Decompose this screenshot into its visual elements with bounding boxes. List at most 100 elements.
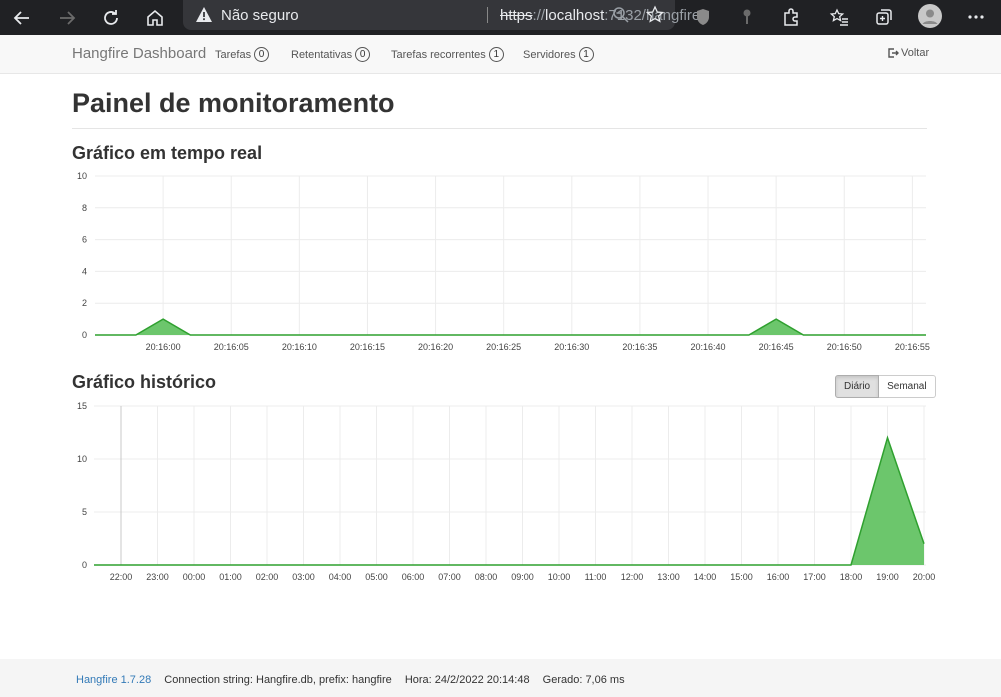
x-tick-label: 19:00 xyxy=(876,572,899,582)
x-tick-label: 12:00 xyxy=(621,572,644,582)
period-toggle: Diário Semanal xyxy=(835,375,936,398)
warning-icon[interactable] xyxy=(195,6,213,24)
reload-icon[interactable] xyxy=(97,4,125,32)
x-tick-label: 20:16:40 xyxy=(691,342,726,352)
nav-recurring-jobs[interactable]: Tarefas recorrentes 1 xyxy=(391,47,504,62)
x-tick-label: 23:00 xyxy=(146,572,169,582)
x-tick-label: 20:00 xyxy=(913,572,936,582)
brand-link[interactable]: Hangfire Dashboard xyxy=(72,45,206,62)
nav-retries[interactable]: Retentativas 0 xyxy=(291,47,371,62)
back-arrow-icon[interactable] xyxy=(8,4,36,32)
x-tick-label: 22:00 xyxy=(110,572,133,582)
history-chart: 0 5 10 15 22:00 23:00 00:00 01:00 02:00 03:00 04:0… xyxy=(77,401,936,582)
url-host: localhost xyxy=(545,7,605,24)
extensions-icon[interactable] xyxy=(780,6,802,28)
series-line xyxy=(94,435,925,566)
y-tick-label: 0 xyxy=(82,330,87,340)
back-to-site-link[interactable]: Voltar xyxy=(887,47,929,59)
nav-recurring-count: 1 xyxy=(488,47,504,62)
x-tick-label: 18:00 xyxy=(840,572,863,582)
y-tick-label: 5 xyxy=(82,507,87,517)
x-tick-label: 04:00 xyxy=(329,572,352,582)
shield-icon[interactable] xyxy=(692,6,714,28)
series-line xyxy=(95,318,926,336)
x-tick-label: 17:00 xyxy=(803,572,826,582)
x-tick-label: 14:00 xyxy=(694,572,717,582)
favorite-star-icon[interactable] xyxy=(645,5,665,25)
y-tick-label: 10 xyxy=(77,454,87,464)
x-tick-label: 09:00 xyxy=(511,572,534,582)
x-tick-label: 05:00 xyxy=(365,572,388,582)
series-area xyxy=(95,319,926,335)
nav-jobs-count: 0 xyxy=(254,47,270,62)
forward-arrow-icon[interactable] xyxy=(53,4,81,32)
page-title: Painel de monitoramento xyxy=(72,88,395,118)
y-tick-label: 6 xyxy=(82,235,87,245)
x-tick-label: 11:00 xyxy=(585,572,607,582)
x-tick-label: 00:00 xyxy=(183,572,206,582)
realtime-chart-title: Gráfico em tempo real xyxy=(72,143,263,163)
x-tick-label: 20:16:55 xyxy=(895,342,930,352)
home-icon[interactable] xyxy=(141,4,169,32)
nav-retries-label: Retentativas xyxy=(291,48,353,61)
y-tick-label: 4 xyxy=(82,266,87,276)
sign-out-icon xyxy=(888,48,899,58)
y-tick-label: 15 xyxy=(77,401,87,411)
weekly-button[interactable]: Semanal xyxy=(879,375,936,398)
y-tick-label: 10 xyxy=(77,171,87,181)
footer: Hangfire 1.7.28 Connection string: Hangf… xyxy=(0,659,1001,697)
x-tick-label: 13:00 xyxy=(657,572,680,582)
x-tick-label: 01:00 xyxy=(219,572,242,582)
profile-avatar-icon[interactable] xyxy=(918,4,942,28)
version-link[interactable]: Hangfire 1.7.28 xyxy=(76,674,151,686)
zoom-icon[interactable] xyxy=(611,5,631,25)
x-tick-label: 06:00 xyxy=(402,572,425,582)
x-tick-label: 20:16:20 xyxy=(418,342,453,352)
generated-time: Gerado: 7,06 ms xyxy=(542,674,625,686)
x-tick-label: 20:16:50 xyxy=(827,342,862,352)
x-tick-label: 20:16:45 xyxy=(759,342,794,352)
nav-retries-count: 0 xyxy=(355,47,371,62)
title-divider xyxy=(72,128,927,129)
security-label[interactable]: Não seguro xyxy=(221,7,299,24)
x-tick-label: 07:00 xyxy=(438,572,461,582)
back-label: Voltar xyxy=(901,47,930,59)
x-tick-label: 15:00 xyxy=(730,572,753,582)
nav-servers[interactable]: Servidores 1 xyxy=(523,47,594,62)
connection-string: Connection string: Hangfire.db, prefix: … xyxy=(164,674,392,686)
nav-recurring-label: Tarefas recorrentes xyxy=(391,48,486,61)
y-tick-label: 2 xyxy=(82,298,87,308)
dashboard-navbar: Hangfire Dashboard Tarefas 0 Retentativas… xyxy=(0,35,1001,74)
collections-icon[interactable] xyxy=(873,6,895,28)
x-tick-label: 16:00 xyxy=(767,572,790,582)
x-tick-label: 20:16:00 xyxy=(146,342,181,352)
x-tick-label: 20:16:30 xyxy=(554,342,589,352)
x-tick-label: 20:16:05 xyxy=(214,342,249,352)
y-tick-label: 0 xyxy=(82,560,87,570)
series-area xyxy=(94,437,924,565)
nav-servers-count: 1 xyxy=(578,47,594,62)
more-menu-icon[interactable] xyxy=(965,6,987,28)
x-tick-label: 20:16:10 xyxy=(282,342,317,352)
url-separator: :// xyxy=(532,7,546,24)
x-tick-label: 08:00 xyxy=(475,572,498,582)
url-protocol: https xyxy=(500,7,533,24)
y-tick-label: 8 xyxy=(82,203,87,213)
x-tick-label: 03:00 xyxy=(292,572,315,582)
x-tick-label: 20:16:35 xyxy=(622,342,657,352)
nav-jobs[interactable]: Tarefas 0 xyxy=(215,47,270,62)
key-icon[interactable] xyxy=(736,6,758,28)
daily-button[interactable]: Diário xyxy=(835,375,880,398)
history-chart-title: Gráfico histórico xyxy=(72,372,217,392)
browser-toolbar: Não seguro https://localhost:7132/hangfi… xyxy=(0,0,1001,35)
server-time: Hora: 24/2/2022 20:14:48 xyxy=(404,674,530,686)
realtime-chart: 0 2 4 6 8 10 20:16:00 20:16:05 20:16:10 20:16:15 2… xyxy=(77,171,930,352)
url-text[interactable]: https://localhost:7132/hangfire xyxy=(500,7,700,24)
x-tick-label: 02:00 xyxy=(256,572,279,582)
address-bar[interactable]: Não seguro https://localhost:7132/hangfi… xyxy=(183,0,700,30)
nav-servers-label: Servidores xyxy=(523,48,576,61)
favorites-list-icon[interactable] xyxy=(829,6,851,28)
x-tick-label: 10:00 xyxy=(548,572,571,582)
nav-jobs-label: Tarefas xyxy=(215,48,252,61)
x-tick-label: 20:16:15 xyxy=(350,342,385,352)
